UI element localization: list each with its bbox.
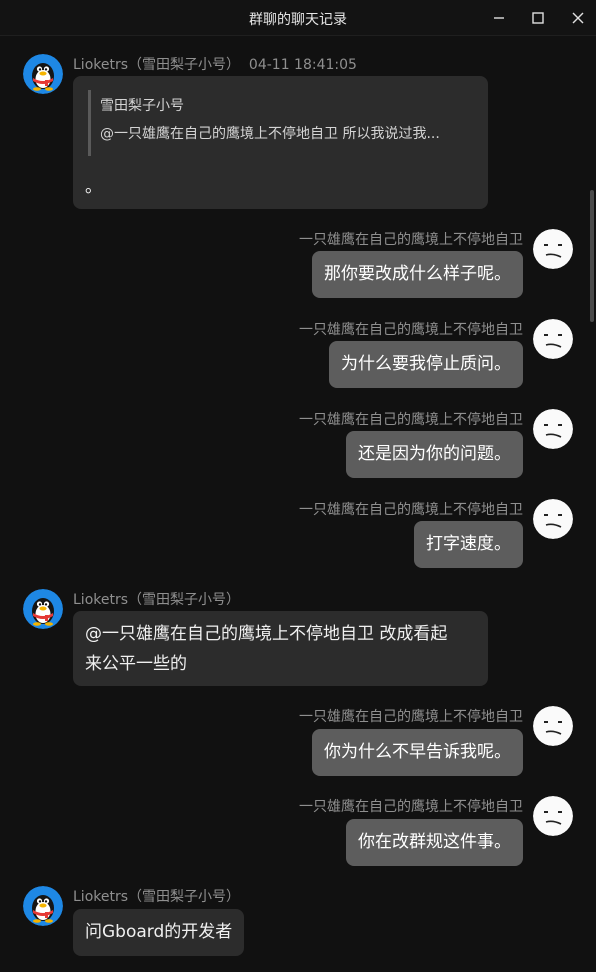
avatar-face-icon[interactable]: [533, 706, 573, 746]
message-bubble[interactable]: 为什么要我停止质问。: [329, 341, 523, 388]
sender-name: 一只雄鹰在自己的鹰境上不停地自卫: [299, 412, 523, 428]
avatar-face-icon[interactable]: [533, 409, 573, 449]
scrollbar[interactable]: [588, 36, 596, 972]
message-bubble[interactable]: 你在改群规这件事。: [346, 819, 523, 866]
message-text-line: 来公平一些的: [85, 654, 187, 674]
message-bubble[interactable]: 还是因为你的问题。: [346, 431, 523, 478]
sender-name: 一只雄鹰在自己的鹰境上不停地自卫: [299, 799, 523, 815]
minimize-button[interactable]: [487, 6, 511, 30]
minimize-icon: [494, 17, 504, 19]
sender-name: 一只雄鹰在自己的鹰境上不停地自卫: [299, 322, 523, 338]
quote-bar: [88, 90, 91, 156]
scrollbar-thumb[interactable]: [590, 190, 594, 322]
sender-name: 一只雄鹰在自己的鹰境上不停地自卫: [299, 502, 523, 518]
sender-name: Lioketrs（雪田梨子小号） 04-11 18:41:05: [73, 57, 357, 73]
avatar-face-icon[interactable]: [533, 319, 573, 359]
sender-name: 一只雄鹰在自己的鹰境上不停地自卫: [299, 232, 523, 248]
avatar-penguin-icon[interactable]: [23, 54, 63, 94]
avatar-face-icon[interactable]: [533, 499, 573, 539]
close-icon: [572, 12, 584, 24]
message-bubble[interactable]: 问Gboard的开发者: [73, 909, 245, 956]
title-bar: 群聊的聊天记录: [0, 0, 596, 36]
sender-name: 一只雄鹰在自己的鹰境上不停地自卫: [299, 709, 523, 725]
sender-name: Lioketrs（雪田梨子小号）: [73, 889, 241, 905]
message-time: 04-11 18:41:05: [248, 57, 357, 73]
message-bubble[interactable]: 打字速度。: [414, 521, 523, 568]
message-bubble[interactable]: @一只雄鹰在自己的鹰境上不停地自卫 改成看起 来公平一些的: [73, 611, 488, 686]
close-button[interactable]: [566, 6, 590, 30]
sender-name: Lioketrs（雪田梨子小号）: [73, 592, 241, 608]
quote-text: @一只雄鹰在自己的鹰境上不停地自卫 所以我说过我...: [100, 126, 440, 142]
message-text: 。: [85, 177, 102, 197]
avatar-penguin-icon[interactable]: [23, 589, 63, 629]
maximize-button[interactable]: [526, 6, 550, 30]
avatar-face-icon[interactable]: [533, 796, 573, 836]
avatar-penguin-icon[interactable]: [23, 886, 63, 926]
message-bubble[interactable]: 那你要改成什么样子呢。: [312, 251, 523, 298]
message-text-line: @一只雄鹰在自己的鹰境上不停地自卫 改成看起: [85, 624, 448, 644]
quote-sender: 雪田梨子小号: [100, 98, 184, 114]
message-bubble[interactable]: 你为什么不早告诉我呢。: [312, 729, 523, 776]
maximize-icon: [532, 12, 544, 24]
avatar-face-icon[interactable]: [533, 229, 573, 269]
